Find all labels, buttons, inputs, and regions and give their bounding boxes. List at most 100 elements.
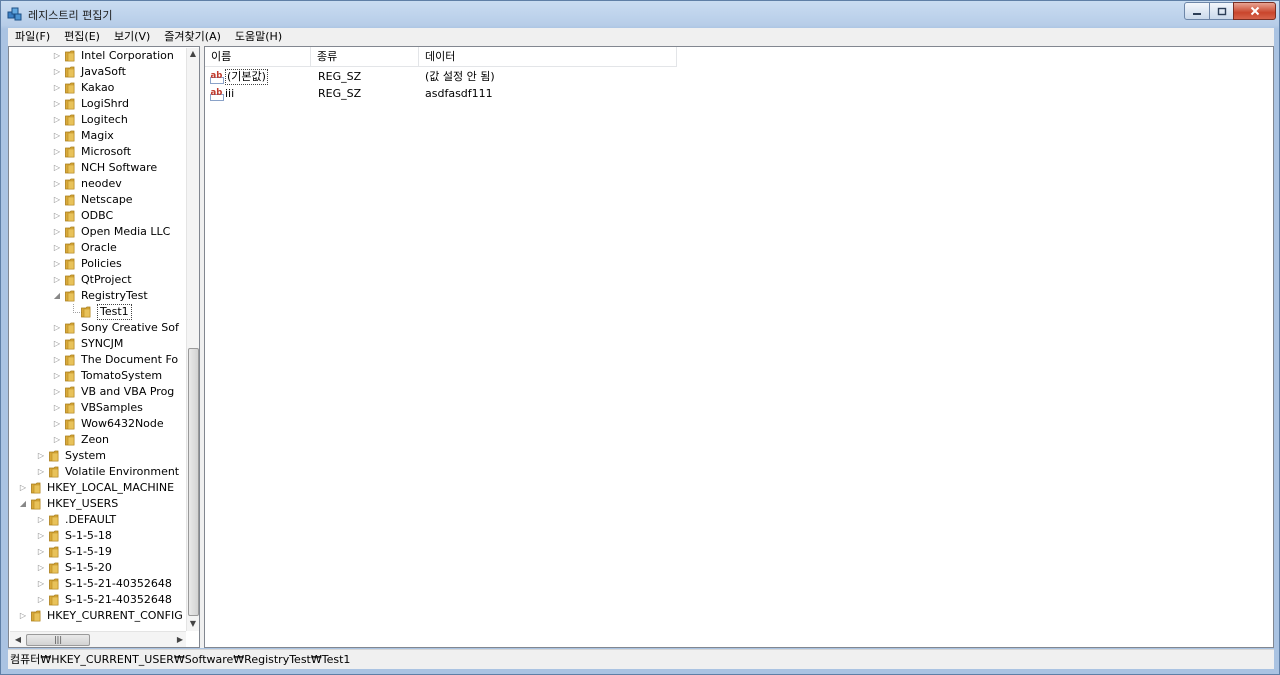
tree-node[interactable]: ▷ Wow6432Node [9, 416, 185, 432]
collapsed-arrow-icon[interactable]: ▷ [53, 260, 61, 268]
scroll-down-icon[interactable]: ▼ [187, 618, 199, 630]
value-row[interactable]: ab iii REG_SZ asdfasdf111 [205, 86, 1273, 102]
tree-vertical-scrollbar[interactable]: ▲ ▼ [186, 48, 199, 631]
collapsed-arrow-icon[interactable]: ▷ [53, 244, 61, 252]
maximize-button[interactable] [1209, 2, 1234, 20]
tree-horizontal-scrollbar[interactable]: ◀ ||| ▶ [10, 631, 186, 647]
collapsed-arrow-icon[interactable]: ▷ [53, 100, 61, 108]
collapsed-arrow-icon[interactable]: ▷ [37, 548, 45, 556]
tree-node-label: Microsoft [81, 145, 132, 158]
tree-node[interactable]: ▷ Oracle [9, 240, 185, 256]
expanded-arrow-icon[interactable]: ◢ [19, 500, 27, 508]
tree-node[interactable]: ▷ Volatile Environment [9, 464, 185, 480]
tree-node[interactable]: ▷ S-1-5-21-40352648 [9, 592, 185, 608]
collapsed-arrow-icon[interactable]: ▷ [37, 468, 45, 476]
collapsed-arrow-icon[interactable]: ▷ [53, 84, 61, 92]
tree-node[interactable]: ▷ Microsoft [9, 144, 185, 160]
tree-node[interactable]: ▷ S-1-5-19 [9, 544, 185, 560]
tree-node[interactable]: ▷ Zeon [9, 432, 185, 448]
collapsed-arrow-icon[interactable]: ▷ [53, 276, 61, 284]
tree-node[interactable]: ▷ SYNCJM [9, 336, 185, 352]
menu-view[interactable]: 보기(V) [107, 28, 157, 46]
collapsed-arrow-icon[interactable]: ▷ [53, 164, 61, 172]
collapsed-arrow-icon[interactable]: ▷ [53, 212, 61, 220]
tree-node[interactable]: ▷ VBSamples [9, 400, 185, 416]
tree-node[interactable]: ▷ ODBC [9, 208, 185, 224]
collapsed-arrow-icon[interactable]: ▷ [53, 420, 61, 428]
tree-node[interactable]: ▷ JavaSoft [9, 64, 185, 80]
scroll-up-icon[interactable]: ▲ [187, 48, 199, 60]
tree-node[interactable]: ▷ Sony Creative Sof [9, 320, 185, 336]
collapsed-arrow-icon[interactable]: ▷ [53, 180, 61, 188]
expanded-arrow-icon[interactable]: ◢ [53, 292, 61, 300]
tree-node[interactable]: ▷ LogiShrd [9, 96, 185, 112]
folder-icon [31, 482, 41, 494]
collapsed-arrow-icon[interactable]: ▷ [53, 404, 61, 412]
collapsed-arrow-icon[interactable]: ▷ [37, 596, 45, 604]
tree-node[interactable]: ▷ Logitech [9, 112, 185, 128]
folder-icon [65, 114, 75, 126]
menu-favorites[interactable]: 즐겨찾기(A) [157, 28, 228, 46]
collapsed-arrow-icon[interactable]: ▷ [37, 532, 45, 540]
collapsed-arrow-icon[interactable]: ▷ [53, 196, 61, 204]
collapsed-arrow-icon[interactable]: ▷ [53, 324, 61, 332]
column-header-data[interactable]: 데이터 [419, 47, 677, 67]
collapsed-arrow-icon[interactable]: ▷ [53, 388, 61, 396]
folder-icon [49, 546, 59, 558]
collapsed-arrow-icon[interactable]: ▷ [53, 356, 61, 364]
minimize-button[interactable] [1184, 2, 1210, 20]
tree-node[interactable]: ◢ HKEY_USERS [9, 496, 185, 512]
menu-edit[interactable]: 편집(E) [57, 28, 107, 46]
values-list[interactable]: 이름 종류 데이터 ab (기본값) REG_SZ (값 설정 안 됨) ab iii RE… [204, 46, 1274, 648]
collapsed-arrow-icon[interactable]: ▷ [53, 228, 61, 236]
tree-node[interactable]: ▷ The Document Fo [9, 352, 185, 368]
tree-node[interactable]: ▷ Intel Corporation [9, 48, 185, 64]
tree-node[interactable]: ▷ Open Media LLC [9, 224, 185, 240]
close-button[interactable] [1233, 2, 1276, 20]
registry-tree[interactable]: ▷ Intel Corporation ▷ JavaSoft ▷ Kakao ▷ LogiSh… [8, 46, 200, 648]
tree-node[interactable]: Test1 [9, 304, 185, 320]
tree-vertical-scroll-thumb[interactable] [188, 348, 199, 616]
collapsed-arrow-icon[interactable]: ▷ [53, 68, 61, 76]
collapsed-arrow-icon[interactable]: ▷ [19, 484, 27, 492]
tree-node[interactable]: ▷ Policies [9, 256, 185, 272]
tree-node[interactable]: ◢ RegistryTest [9, 288, 185, 304]
scroll-left-icon[interactable]: ◀ [12, 634, 24, 646]
scroll-right-icon[interactable]: ▶ [174, 634, 186, 646]
collapsed-arrow-icon[interactable]: ▷ [53, 148, 61, 156]
tree-node[interactable]: ▷ QtProject [9, 272, 185, 288]
tree-node[interactable]: ▷ S-1-5-21-40352648 [9, 576, 185, 592]
collapsed-arrow-icon[interactable]: ▷ [37, 580, 45, 588]
menu-file[interactable]: 파일(F) [8, 28, 57, 46]
collapsed-arrow-icon[interactable]: ▷ [37, 516, 45, 524]
tree-node[interactable]: ▷ VB and VBA Prog [9, 384, 185, 400]
collapsed-arrow-icon[interactable]: ▷ [37, 452, 45, 460]
column-header-name[interactable]: 이름 [205, 47, 311, 67]
collapsed-arrow-icon[interactable]: ▷ [53, 52, 61, 60]
tree-node[interactable]: ▷ Kakao [9, 80, 185, 96]
tree-node[interactable]: ▷ S-1-5-18 [9, 528, 185, 544]
tree-node[interactable]: ▷ System [9, 448, 185, 464]
collapsed-arrow-icon[interactable]: ▷ [37, 564, 45, 572]
tree-node-label: NCH Software [81, 161, 158, 174]
tree-node[interactable]: ▷ .DEFAULT [9, 512, 185, 528]
menu-help[interactable]: 도움말(H) [228, 28, 289, 46]
tree-node[interactable]: ▷ HKEY_CURRENT_CONFIG [9, 608, 185, 624]
tree-node[interactable]: ▷ NCH Software [9, 160, 185, 176]
collapsed-arrow-icon[interactable]: ▷ [53, 132, 61, 140]
collapsed-arrow-icon[interactable]: ▷ [53, 340, 61, 348]
tree-node[interactable]: ▷ S-1-5-20 [9, 560, 185, 576]
tree-node[interactable]: ▷ neodev [9, 176, 185, 192]
collapsed-arrow-icon[interactable]: ▷ [53, 436, 61, 444]
tree-node[interactable]: ▷ HKEY_LOCAL_MACHINE [9, 480, 185, 496]
collapsed-arrow-icon[interactable]: ▷ [53, 372, 61, 380]
collapsed-arrow-icon[interactable]: ▷ [19, 612, 27, 620]
tree-node[interactable]: ▷ Magix [9, 128, 185, 144]
tree-node[interactable]: ▷ TomatoSystem [9, 368, 185, 384]
collapsed-arrow-icon[interactable]: ▷ [53, 116, 61, 124]
tree-horizontal-scroll-thumb[interactable]: ||| [26, 634, 90, 646]
tree-node[interactable]: ▷ Netscape [9, 192, 185, 208]
value-row[interactable]: ab (기본값) REG_SZ (값 설정 안 됨) [205, 69, 1273, 85]
title-bar[interactable]: 레지스트리 편집기 [1, 1, 1279, 27]
column-header-type[interactable]: 종류 [311, 47, 419, 67]
